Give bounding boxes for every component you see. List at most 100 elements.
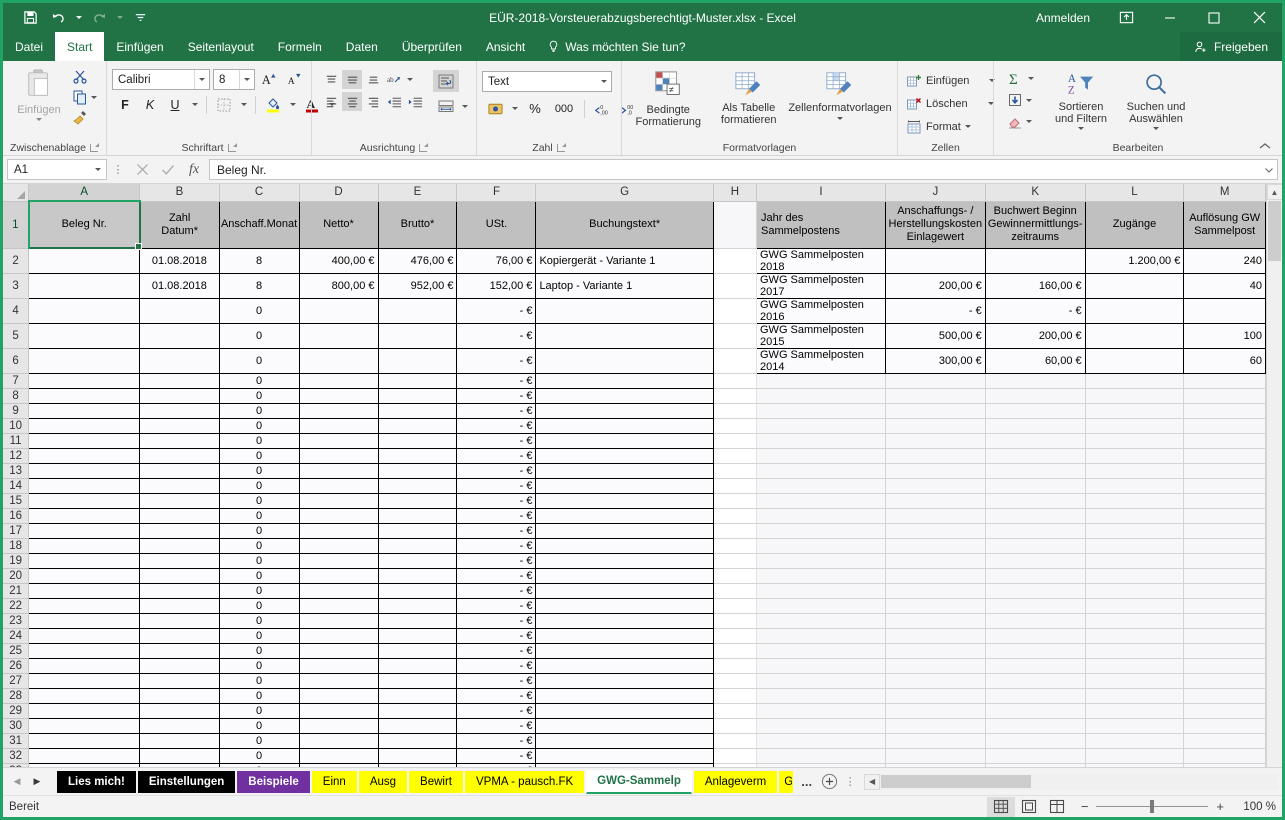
cell-I31[interactable] bbox=[757, 733, 886, 748]
cell-M8[interactable] bbox=[1184, 388, 1266, 403]
cell-F8[interactable]: - € bbox=[457, 388, 536, 403]
cell-G11[interactable] bbox=[536, 433, 713, 448]
copy-dropdown-icon[interactable] bbox=[91, 96, 97, 99]
cell-D13[interactable] bbox=[299, 463, 378, 478]
cell-D15[interactable] bbox=[299, 493, 378, 508]
cell-I4[interactable]: GWG Sammelposten 2016 bbox=[757, 298, 886, 323]
share-button[interactable]: Freigeben bbox=[1180, 32, 1282, 61]
orientation-button[interactable]: ab bbox=[384, 70, 404, 89]
row-header-22[interactable]: 22 bbox=[3, 598, 29, 613]
cell-J29[interactable] bbox=[885, 703, 985, 718]
cell-A12[interactable] bbox=[29, 448, 140, 463]
cell-H25[interactable] bbox=[713, 643, 756, 658]
cell-M31[interactable] bbox=[1184, 733, 1266, 748]
cell-J13[interactable] bbox=[885, 463, 985, 478]
cell-F26[interactable]: - € bbox=[457, 658, 536, 673]
ribbon-display-options-icon[interactable] bbox=[1104, 3, 1148, 32]
cell-J18[interactable] bbox=[885, 538, 985, 553]
tab-formeln[interactable]: Formeln bbox=[266, 32, 334, 61]
collapse-ribbon-icon[interactable] bbox=[1258, 141, 1272, 154]
merge-center-button[interactable] bbox=[433, 95, 459, 117]
cell-J1[interactable]: Anschaffungs- /HerstellungskostenEinlage… bbox=[885, 201, 985, 248]
cell-H3[interactable] bbox=[713, 273, 756, 298]
worksheet-grid[interactable]: ABCDEFGHIJKLM1Beleg Nr.ZahlDatum*Anschaf… bbox=[3, 184, 1266, 767]
cell-F7[interactable]: - € bbox=[457, 373, 536, 388]
cell-I2[interactable]: GWG Sammelposten 2018 bbox=[757, 248, 886, 273]
cell-G27[interactable] bbox=[536, 673, 713, 688]
number-format-combo[interactable]: Text bbox=[482, 71, 612, 92]
cell-B19[interactable] bbox=[140, 553, 219, 568]
cell-L12[interactable] bbox=[1085, 448, 1184, 463]
comma-format-button[interactable]: 000 bbox=[550, 98, 578, 119]
cell-G30[interactable] bbox=[536, 718, 713, 733]
clipboard-dialog-launcher-icon[interactable] bbox=[90, 143, 99, 152]
cell-E17[interactable] bbox=[378, 523, 457, 538]
sheet-tab-gwg-sammelp[interactable]: GWG-Sammelp bbox=[586, 770, 692, 794]
cell-K13[interactable] bbox=[985, 463, 1085, 478]
cell-G3[interactable]: Laptop - Variante 1 bbox=[536, 273, 713, 298]
cell-B12[interactable] bbox=[140, 448, 219, 463]
cell-I15[interactable] bbox=[757, 493, 886, 508]
formula-bar-splitter[interactable]: ⋮ bbox=[107, 163, 129, 176]
cell-K5[interactable]: 200,00 € bbox=[985, 323, 1085, 348]
row-header-15[interactable]: 15 bbox=[3, 493, 29, 508]
column-header-d[interactable]: D bbox=[299, 184, 378, 201]
cell-D14[interactable] bbox=[299, 478, 378, 493]
cell-E21[interactable] bbox=[378, 583, 457, 598]
cell-M17[interactable] bbox=[1184, 523, 1266, 538]
page-break-preview-icon[interactable] bbox=[1043, 797, 1071, 817]
cell-H30[interactable] bbox=[713, 718, 756, 733]
row-header-7[interactable]: 7 bbox=[3, 373, 29, 388]
cell-B25[interactable] bbox=[140, 643, 219, 658]
cell-L9[interactable] bbox=[1085, 403, 1184, 418]
cell-A25[interactable] bbox=[29, 643, 140, 658]
cell-J15[interactable] bbox=[885, 493, 985, 508]
cell-D28[interactable] bbox=[299, 688, 378, 703]
cell-G24[interactable] bbox=[536, 628, 713, 643]
cell-L1[interactable]: Zugänge bbox=[1085, 201, 1184, 248]
cell-B8[interactable] bbox=[140, 388, 219, 403]
row-header-11[interactable]: 11 bbox=[3, 433, 29, 448]
cell-I24[interactable] bbox=[757, 628, 886, 643]
sort-filter-dropdown-icon[interactable] bbox=[1078, 127, 1084, 130]
cell-K1[interactable]: Buchwert BeginnGewinnermittlungs-zeitrau… bbox=[985, 201, 1085, 248]
cell-D26[interactable] bbox=[299, 658, 378, 673]
cell-A33[interactable] bbox=[29, 763, 140, 767]
cell-F3[interactable]: 152,00 € bbox=[457, 273, 536, 298]
cell-B30[interactable] bbox=[140, 718, 219, 733]
cell-D16[interactable] bbox=[299, 508, 378, 523]
cell-D22[interactable] bbox=[299, 598, 378, 613]
increase-font-size-button[interactable]: A bbox=[258, 69, 280, 90]
cell-H17[interactable] bbox=[713, 523, 756, 538]
orientation-dropdown-icon[interactable] bbox=[405, 70, 415, 89]
cell-E15[interactable] bbox=[378, 493, 457, 508]
cell-H29[interactable] bbox=[713, 703, 756, 718]
row-header-33[interactable]: 33 bbox=[3, 763, 29, 767]
cell-C27[interactable]: 0 bbox=[219, 673, 299, 688]
horizontal-scroll-thumb[interactable] bbox=[881, 775, 1031, 788]
cell-A9[interactable] bbox=[29, 403, 140, 418]
cell-F24[interactable]: - € bbox=[457, 628, 536, 643]
cell-E32[interactable] bbox=[378, 748, 457, 763]
cell-J25[interactable] bbox=[885, 643, 985, 658]
align-middle-button[interactable] bbox=[342, 70, 362, 89]
cell-D4[interactable] bbox=[299, 298, 378, 323]
cell-H19[interactable] bbox=[713, 553, 756, 568]
cell-A31[interactable] bbox=[29, 733, 140, 748]
cell-J21[interactable] bbox=[885, 583, 985, 598]
tab-daten[interactable]: Daten bbox=[334, 32, 390, 61]
cell-F30[interactable]: - € bbox=[457, 718, 536, 733]
maximize-button[interactable] bbox=[1192, 3, 1236, 32]
cell-C30[interactable]: 0 bbox=[219, 718, 299, 733]
prev-sheet-icon[interactable]: ◀ bbox=[7, 772, 27, 792]
cell-K8[interactable] bbox=[985, 388, 1085, 403]
cell-A27[interactable] bbox=[29, 673, 140, 688]
cell-K25[interactable] bbox=[985, 643, 1085, 658]
cell-G23[interactable] bbox=[536, 613, 713, 628]
cell-F31[interactable]: - € bbox=[457, 733, 536, 748]
cell-B13[interactable] bbox=[140, 463, 219, 478]
cell-A22[interactable] bbox=[29, 598, 140, 613]
cell-G19[interactable] bbox=[536, 553, 713, 568]
cell-A32[interactable] bbox=[29, 748, 140, 763]
cell-C15[interactable]: 0 bbox=[219, 493, 299, 508]
